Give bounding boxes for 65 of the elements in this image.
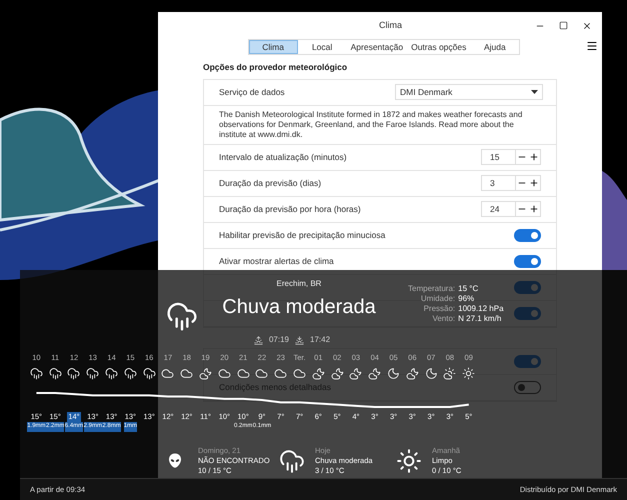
rain-cloud-icon — [30, 367, 43, 380]
cloud-moon-icon — [330, 367, 344, 380]
setting-label: Ativar mostrar alertas de clima — [219, 254, 334, 268]
rain-cloud-icon — [166, 300, 198, 332]
detail-value: 15 °C — [458, 284, 480, 294]
setting-label: Intervalo de atualização (minutos) — [219, 150, 347, 164]
cloud-sun-icon — [443, 367, 456, 380]
detail-value: 1009.12 hPa — [458, 304, 504, 314]
setting-label: Habilitar previsão de precipitação minuciosa — [219, 228, 386, 242]
cloud-icon — [293, 367, 306, 380]
cloud-moon-icon — [199, 367, 212, 380]
cloud-icon — [255, 367, 268, 380]
moon-icon — [424, 367, 438, 380]
cloud-icon — [161, 367, 174, 380]
rain-cloud-icon — [124, 367, 137, 380]
plus-icon — [529, 152, 539, 162]
cloud-icon — [180, 367, 194, 380]
close-button[interactable] — [582, 20, 592, 30]
detail-label: Pressão: — [422, 304, 456, 314]
cloud-icon — [274, 367, 288, 380]
maximize-icon — [558, 21, 568, 30]
rain-cloud-icon — [279, 448, 305, 474]
menu-button[interactable] — [586, 40, 598, 52]
close-icon — [582, 20, 592, 30]
rain-cloud-icon — [67, 367, 80, 380]
cloud-moon-icon — [368, 367, 382, 380]
detail-value: 96% — [458, 294, 476, 304]
toggle-switch[interactable] — [514, 254, 541, 268]
location-label: Erechim, BR — [276, 278, 322, 290]
cloud-moon-icon — [349, 367, 362, 380]
toggle-switch[interactable] — [514, 228, 541, 242]
cloud-moon-icon — [312, 367, 325, 380]
maximize-button[interactable] — [558, 21, 568, 30]
setting-label: Duração da previsão (dias) — [219, 176, 322, 190]
plus-icon — [529, 178, 539, 188]
provider-description: The Danish Meteorological Institute formed in 1872 and makes weather forecasts and observations for Denmark, Greenland, and the Faroe Islands. Read more about the institute at www.dmi.dk. — [219, 110, 524, 140]
dropdown-caret-icon — [531, 90, 538, 94]
setting-label: Duração da previsão por hora (horas) — [219, 202, 361, 216]
rain-cloud-icon — [142, 367, 156, 380]
sunset-icon — [295, 336, 304, 344]
detail-label: Umidade: — [420, 294, 456, 304]
alien-icon — [166, 452, 184, 470]
detail-label: Temperatura: — [408, 284, 456, 294]
rain-cloud-icon — [48, 367, 62, 380]
sun-icon — [396, 448, 422, 474]
tab[interactable]: Clima — [248, 40, 298, 54]
section-title: Opções do provedor meteorológico — [203, 61, 348, 74]
detail-label: Vento: — [431, 314, 456, 324]
sunrise-icon — [254, 336, 263, 344]
sunrise-time: 07:19 — [268, 334, 289, 346]
rain-cloud-icon — [86, 367, 100, 380]
condition-title: Chuva moderada — [222, 295, 376, 320]
detail-value: N 27.1 km/h — [458, 314, 502, 324]
rain-cloud-icon — [105, 367, 118, 380]
cloud-moon-icon — [406, 367, 419, 380]
sunset-time: 17:42 — [310, 334, 330, 346]
moon-icon — [387, 367, 400, 380]
cloud-icon — [218, 367, 231, 380]
menu-icon — [586, 40, 598, 52]
window-title: Clima — [378, 18, 402, 32]
sun-icon — [462, 367, 476, 380]
provider-dropdown[interactable]: DMI Denmark — [395, 84, 543, 100]
plus-icon — [529, 204, 539, 214]
setting-label: Serviço de dados — [219, 86, 285, 99]
cloud-icon — [236, 367, 250, 380]
